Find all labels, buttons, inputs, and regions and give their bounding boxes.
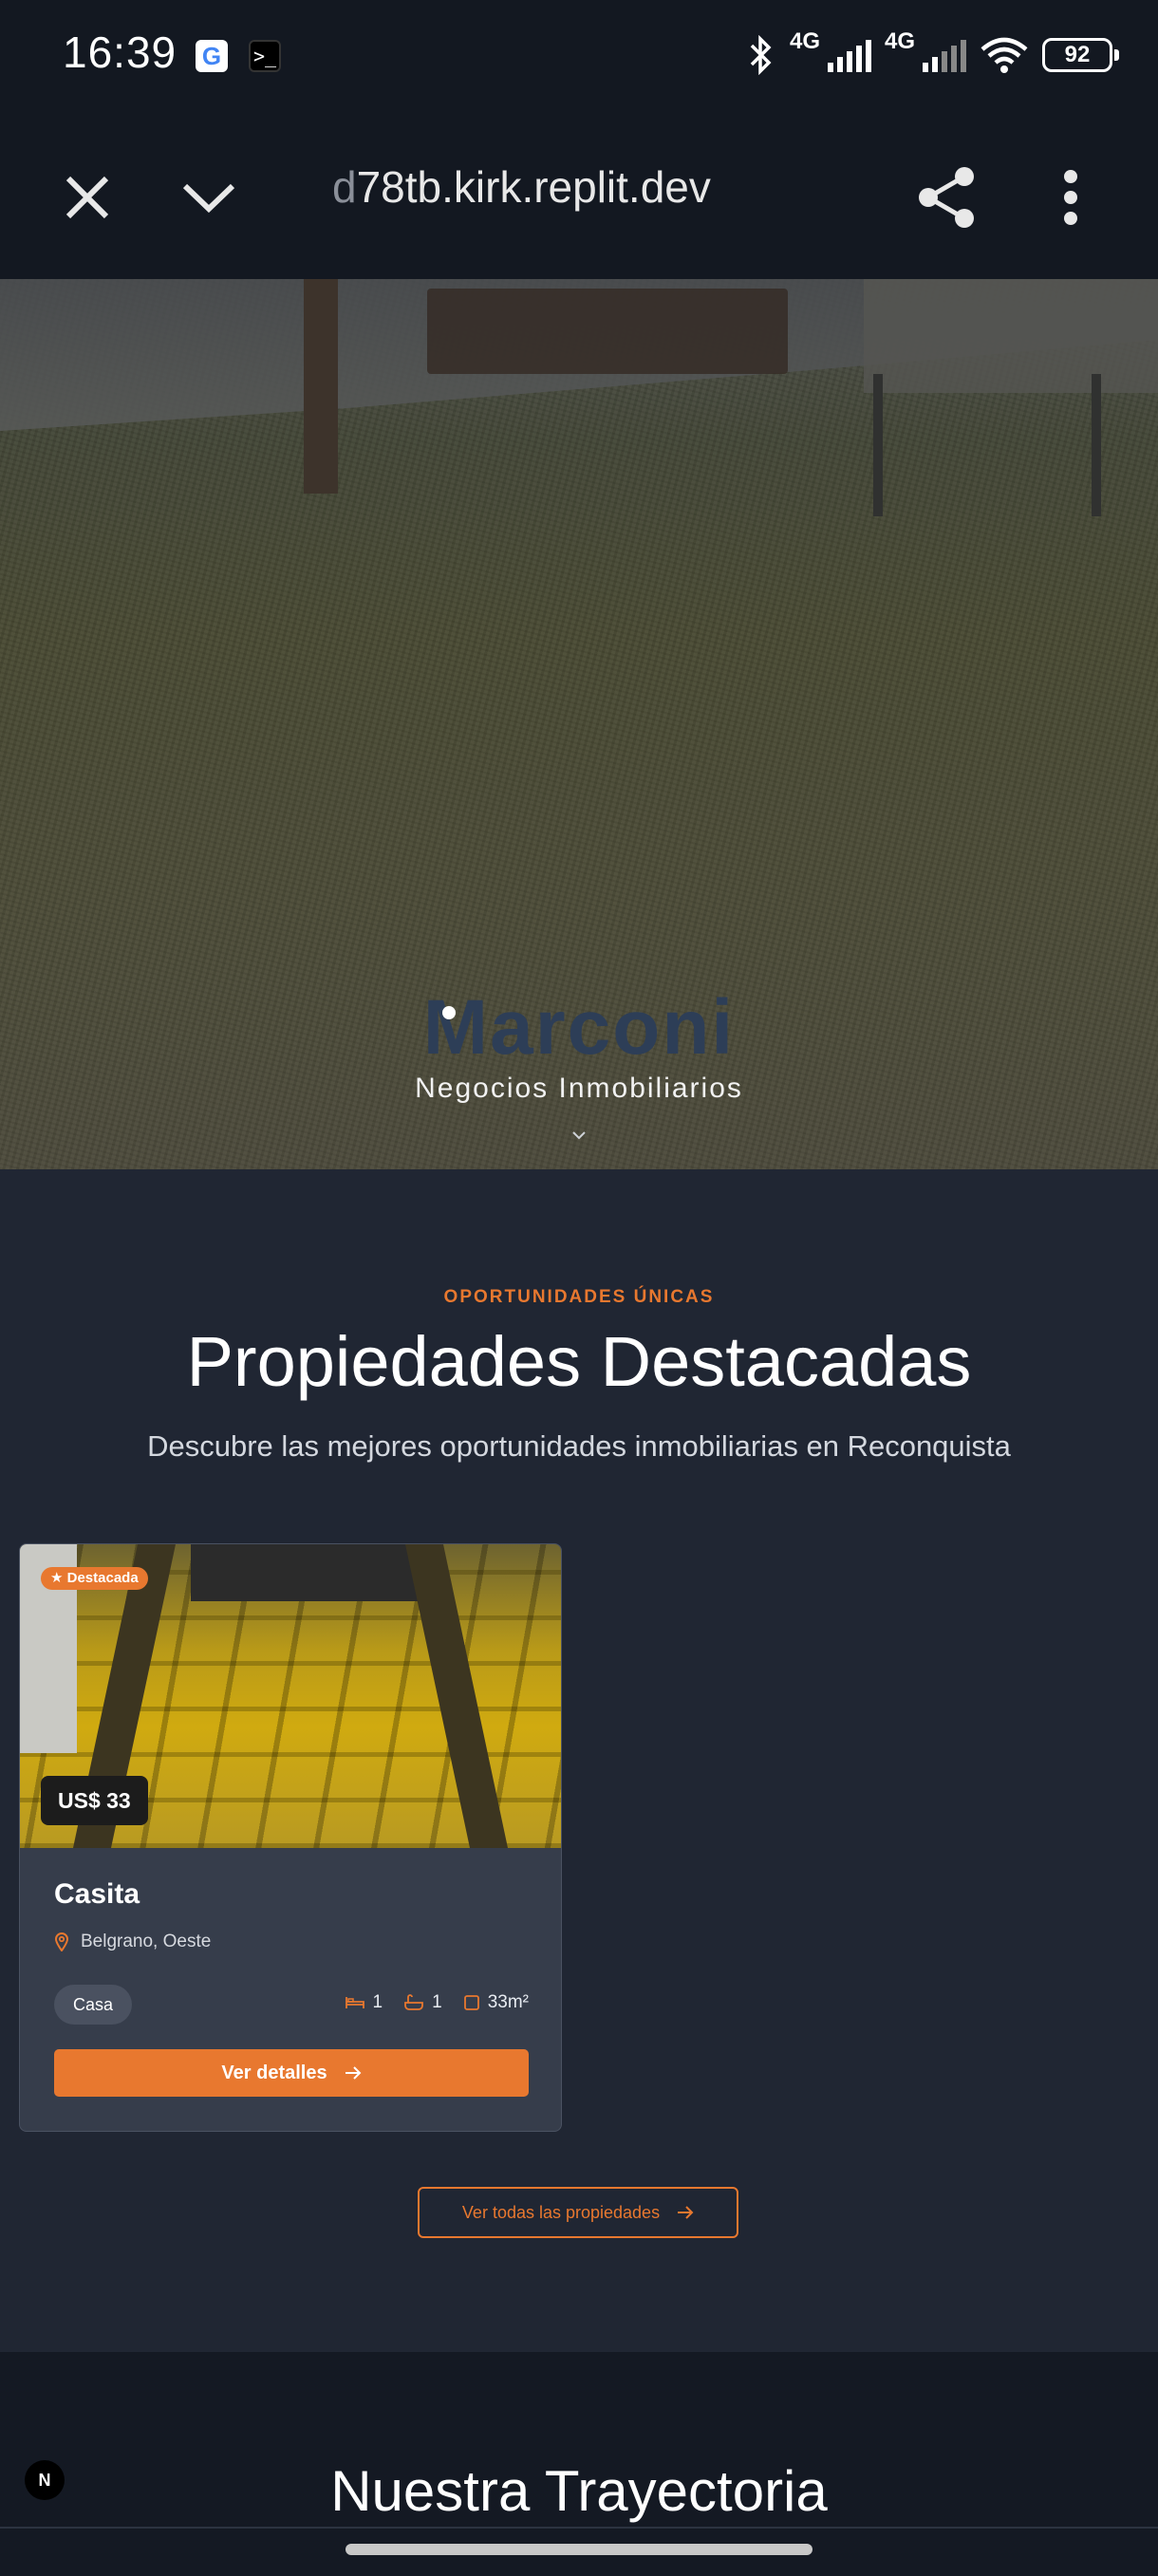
featured-badge-label: Destacada xyxy=(66,1570,139,1586)
image-machinery xyxy=(191,1544,419,1601)
area: 33m² xyxy=(463,1992,529,2013)
battery-icon: 92 xyxy=(1042,38,1119,72)
logo-dot xyxy=(442,1006,456,1019)
bath-icon xyxy=(404,1994,424,2010)
area-value: 33m² xyxy=(487,1992,529,2012)
more-vert-icon[interactable] xyxy=(1033,159,1109,235)
price-tag: US$ 33 xyxy=(41,1776,148,1825)
property-location: Belgrano, Oeste xyxy=(54,1932,211,1952)
property-name: Casita xyxy=(54,1878,140,1910)
url-fade: d xyxy=(332,162,357,212)
system-nav-bar xyxy=(0,2527,1158,2576)
bluetooth-icon xyxy=(750,35,772,75)
property-card[interactable]: ★ Destacada US$ 33 Casita Belgrano, Oest… xyxy=(19,1543,562,2132)
brand-name: Marconi xyxy=(422,984,736,1071)
battery-level: 92 xyxy=(1064,42,1091,67)
chevron-down-icon[interactable] xyxy=(171,159,247,235)
view-details-label: Ver detalles xyxy=(221,2062,327,2083)
bed-icon xyxy=(345,1997,364,2008)
bedrooms: 1 xyxy=(345,1992,383,2013)
map-pin-icon xyxy=(54,1932,69,1951)
url-text: 78tb.kirk.replit.dev xyxy=(356,162,711,212)
wifi-icon xyxy=(981,37,1028,73)
bathrooms-count: 1 xyxy=(432,1992,442,2012)
history-title: Nuestra Trayectoria xyxy=(330,2459,828,2523)
featured-badge: ★ Destacada xyxy=(41,1567,148,1590)
bathrooms: 1 xyxy=(403,1992,442,2013)
terminal-icon: >_ xyxy=(249,40,281,72)
google-icon: G xyxy=(196,40,228,72)
arrow-right-icon xyxy=(678,2206,694,2219)
section-eyebrow: OPORTUNIDADES ÚNICAS xyxy=(443,1287,715,1307)
gesture-handle[interactable] xyxy=(346,2544,812,2555)
arrow-right-icon xyxy=(345,2066,362,2080)
brand-tagline: Negocios Inmobiliarios xyxy=(415,1073,743,1104)
dev-indicator-badge[interactable]: N xyxy=(25,2460,65,2500)
network-type-1: 4G xyxy=(789,28,820,54)
location-text: Belgrano, Oeste xyxy=(81,1932,212,1951)
close-icon[interactable] xyxy=(49,159,125,235)
view-all-label: Ver todas las propiedades xyxy=(461,2202,661,2222)
section-subtitle: Descubre las mejores oportunidades inmob… xyxy=(147,1429,1011,1463)
signal-icon-2 xyxy=(923,38,966,72)
network-type-2: 4G xyxy=(884,28,915,54)
view-all-properties-button[interactable]: Ver todas las propiedades xyxy=(418,2187,738,2238)
star-icon: ★ xyxy=(50,1570,64,1586)
bedrooms-count: 1 xyxy=(372,1992,383,2012)
property-features: 1 1 33m² xyxy=(345,1992,529,2013)
browser-toolbar: d78tb.kirk.replit.dev xyxy=(0,112,1158,281)
url-display[interactable]: d78tb.kirk.replit.dev xyxy=(332,161,711,213)
property-type-chip: Casa xyxy=(54,1985,133,2025)
section-title: Propiedades Destacadas xyxy=(186,1322,972,1401)
signal-icon xyxy=(827,38,871,72)
image-rail xyxy=(404,1544,509,1848)
status-bar: 16:39 G >_ 4G 4G 92 xyxy=(0,0,1158,112)
share-icon[interactable] xyxy=(909,159,985,235)
area-icon xyxy=(463,1995,479,2010)
view-details-button[interactable]: Ver detalles xyxy=(54,2049,529,2097)
brand-logo: Marconi Negocios Inmobiliarios xyxy=(0,989,1158,1105)
scroll-down-icon[interactable] xyxy=(570,1126,588,1145)
clock: 16:39 xyxy=(63,28,177,77)
